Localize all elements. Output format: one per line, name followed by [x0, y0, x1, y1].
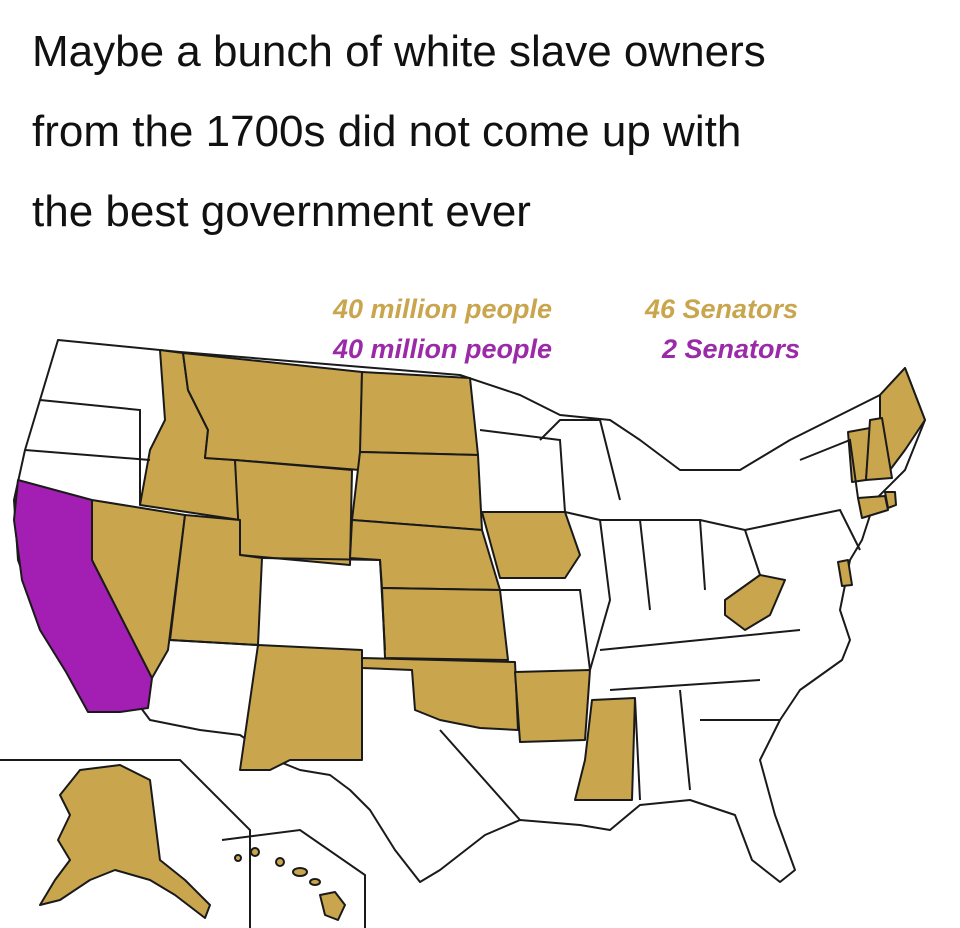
state-alaska — [39, 764, 211, 919]
inset-frame-hawaii — [221, 828, 366, 928]
state-hawaii — [234, 847, 346, 921]
state-connecticut — [857, 495, 889, 519]
state-new-mexico — [239, 644, 363, 771]
state-south-dakota — [351, 451, 483, 531]
state-iowa — [481, 511, 581, 579]
state-kansas — [381, 587, 509, 661]
legend-gold-senators: 46 Senators — [645, 294, 799, 324]
legend-purple-senators: 2 Senators — [662, 334, 801, 364]
state-wyoming — [234, 459, 353, 566]
state-rhode-island — [884, 491, 897, 509]
state-arkansas — [514, 669, 591, 743]
legend-purple-people: 40 million people — [333, 334, 553, 364]
legend-gold-people: 40 million people — [333, 294, 553, 324]
state-north-dakota — [359, 371, 479, 456]
state-montana — [182, 352, 363, 471]
us-states-map — [0, 339, 926, 928]
